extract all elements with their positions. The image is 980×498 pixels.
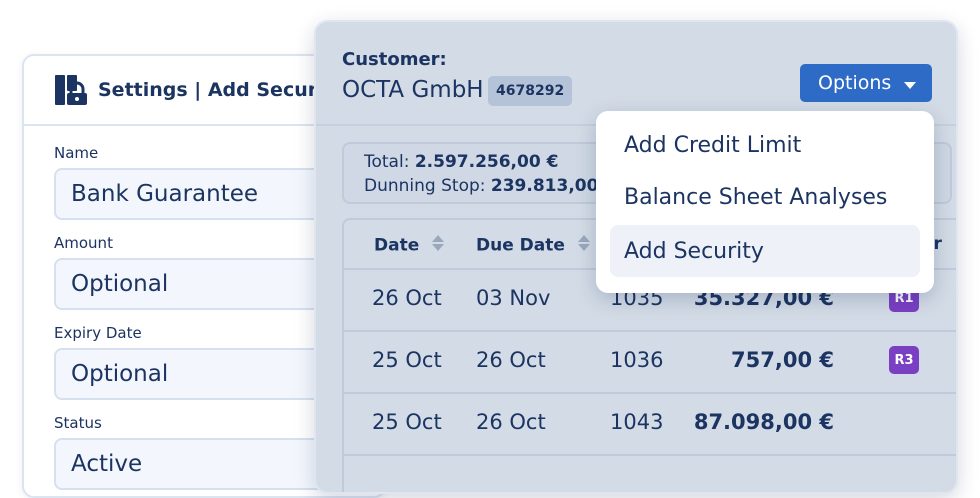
customer-id-badge: 4678292	[488, 76, 573, 106]
dunning-stop-line: Dunning Stop: 239.813,00	[364, 176, 598, 196]
row-due-date: 03 Nov	[476, 286, 551, 310]
options-dropdown-menu: Add Credit Limit Balance Sheet Analyses …	[596, 111, 934, 293]
sort-icon	[577, 234, 591, 257]
security-lock-icon	[54, 73, 88, 107]
row-due-date: 26 Oct	[476, 410, 546, 434]
settings-title: Settings | Add Security	[98, 79, 346, 101]
row-date: 25 Oct	[372, 410, 442, 434]
dunning-stop-value: 239.813,00	[490, 176, 599, 196]
column-due-date[interactable]: Due Date	[476, 234, 591, 257]
table-row[interactable]: 25 Oct 26 Oct 1036 757,00 € R3	[344, 330, 956, 394]
column-date[interactable]: Date	[374, 234, 445, 257]
row-date: 25 Oct	[372, 348, 442, 372]
options-button[interactable]: Options	[800, 64, 932, 102]
reminder-badge: R3	[889, 346, 919, 374]
options-label: Options	[818, 72, 892, 94]
total-value: 2.597.256,00 €	[414, 152, 559, 172]
table-row[interactable]: 25 Oct 26 Oct 1043 87.098,00 €	[344, 392, 956, 456]
amount-label: Amount	[54, 234, 113, 252]
menu-item-balance-sheet-analyses[interactable]: Balance Sheet Analyses	[610, 171, 920, 223]
status-label: Status	[54, 414, 102, 432]
sort-icon	[431, 234, 445, 257]
row-date: 26 Oct	[372, 286, 442, 310]
customer-label: Customer:	[342, 49, 447, 70]
row-due-date: 26 Oct	[476, 348, 546, 372]
column-date-label: Date	[374, 235, 420, 256]
row-amount: 87.098,00 €	[693, 410, 834, 434]
menu-item-add-credit-limit[interactable]: Add Credit Limit	[610, 119, 920, 171]
dunning-stop-label: Dunning Stop:	[364, 176, 486, 196]
menu-item-add-security[interactable]: Add Security	[610, 225, 920, 277]
customer-name: OCTA GmbH	[342, 77, 484, 103]
name-label: Name	[54, 144, 99, 162]
total-line: Total: 2.597.256,00 €	[364, 152, 558, 172]
row-amount: 757,00 €	[731, 348, 834, 372]
column-due-date-label: Due Date	[476, 235, 565, 256]
expiry-date-label: Expiry Date	[54, 324, 142, 342]
chevron-down-icon	[904, 82, 916, 89]
total-label: Total:	[364, 152, 410, 172]
